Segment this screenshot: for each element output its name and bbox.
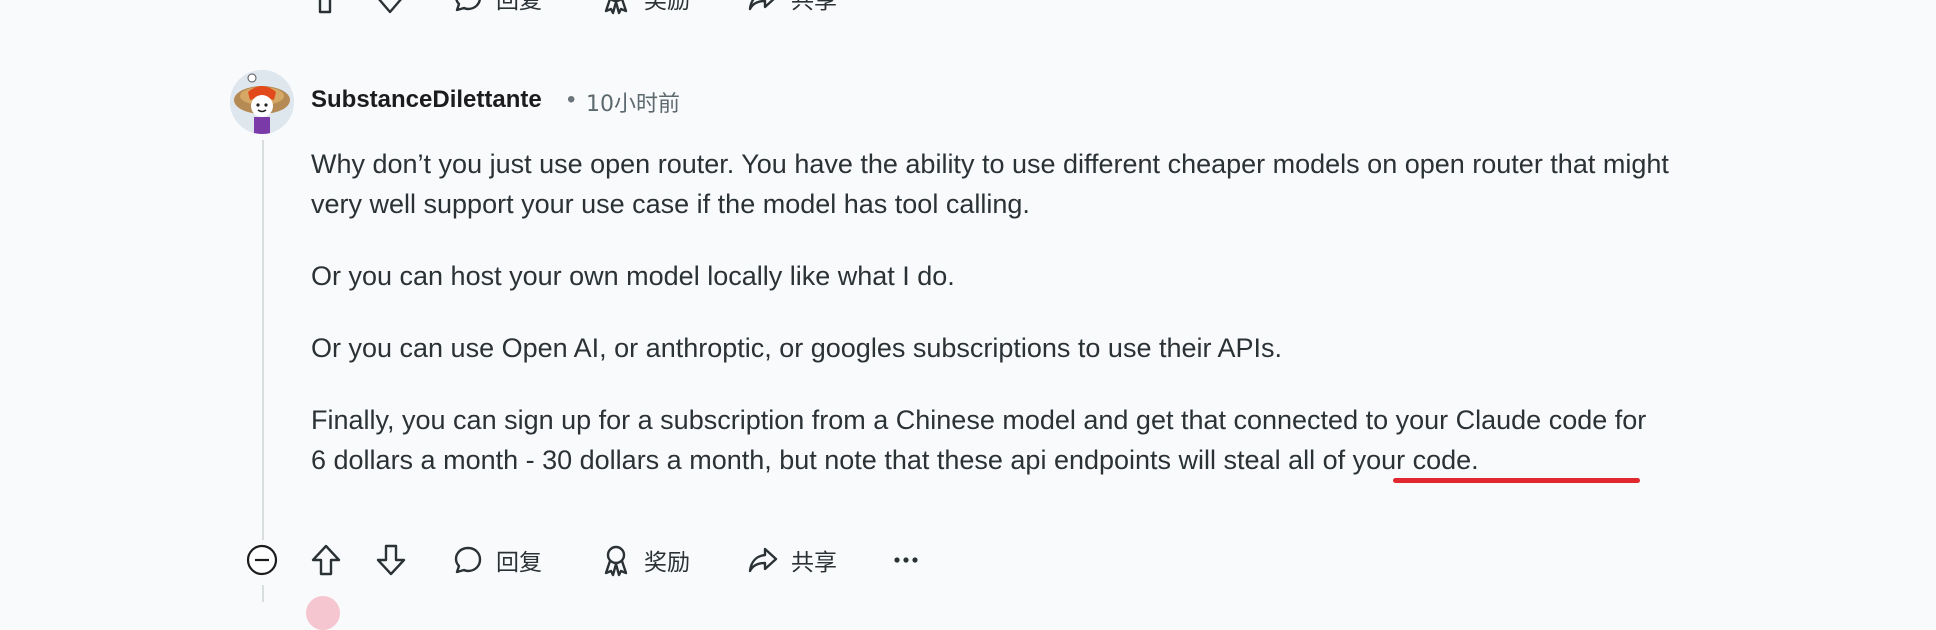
author-name[interactable]: SubstanceDilettante	[311, 86, 542, 114]
reply-button-top[interactable]: 回复	[452, 0, 542, 24]
upvote-icon[interactable]	[310, 534, 342, 586]
award-button-top[interactable]: 奖励	[600, 0, 690, 24]
avatar-image	[230, 70, 294, 134]
downvote-icon[interactable]	[375, 534, 407, 586]
comment-paragraph-3: Or you can use Open AI, or anthroptic, o…	[311, 333, 1283, 363]
award-icon	[600, 543, 632, 577]
previous-comment-actions: 回复 奖励 共享	[0, 0, 1936, 24]
reply-button[interactable]: 回复	[452, 534, 542, 586]
share-button-top[interactable]: 共享	[747, 0, 837, 24]
red-underline-annotation	[1393, 478, 1640, 483]
comment-paragraph-4: Finally, you can sign up for a subscript…	[311, 405, 1647, 475]
share-button[interactable]: 共享	[747, 534, 837, 586]
more-icon	[893, 555, 919, 565]
collapse-icon[interactable]	[246, 534, 278, 586]
next-comment-avatar[interactable]	[306, 596, 340, 630]
reply-label: 回复	[496, 0, 542, 14]
award-label: 奖励	[644, 0, 690, 14]
thread-line-continued[interactable]	[262, 585, 264, 602]
award-icon	[600, 0, 632, 15]
upvote-icon[interactable]	[310, 0, 340, 24]
comment-paragraph-1: Why don’t you just use open router. You …	[311, 149, 1669, 219]
share-label: 共享	[791, 550, 837, 576]
award-button[interactable]: 奖励	[600, 534, 690, 586]
award-label: 奖励	[644, 550, 690, 576]
avatar[interactable]	[230, 70, 294, 134]
thread-line[interactable]	[262, 140, 264, 540]
comment-paragraph-2: Or you can host your own model locally l…	[311, 261, 955, 291]
comment-timestamp[interactable]: 10小时前	[586, 86, 680, 118]
share-icon	[747, 544, 779, 576]
reply-label: 回复	[496, 550, 542, 576]
comment-actions: 回复 奖励 共享	[0, 534, 1936, 586]
downvote-icon[interactable]	[375, 0, 405, 24]
comment-icon	[452, 0, 484, 14]
share-label: 共享	[791, 0, 837, 14]
comment-icon	[452, 544, 484, 576]
share-icon	[747, 0, 779, 14]
more-options-button[interactable]	[893, 534, 919, 586]
meta-separator: •	[567, 86, 576, 113]
